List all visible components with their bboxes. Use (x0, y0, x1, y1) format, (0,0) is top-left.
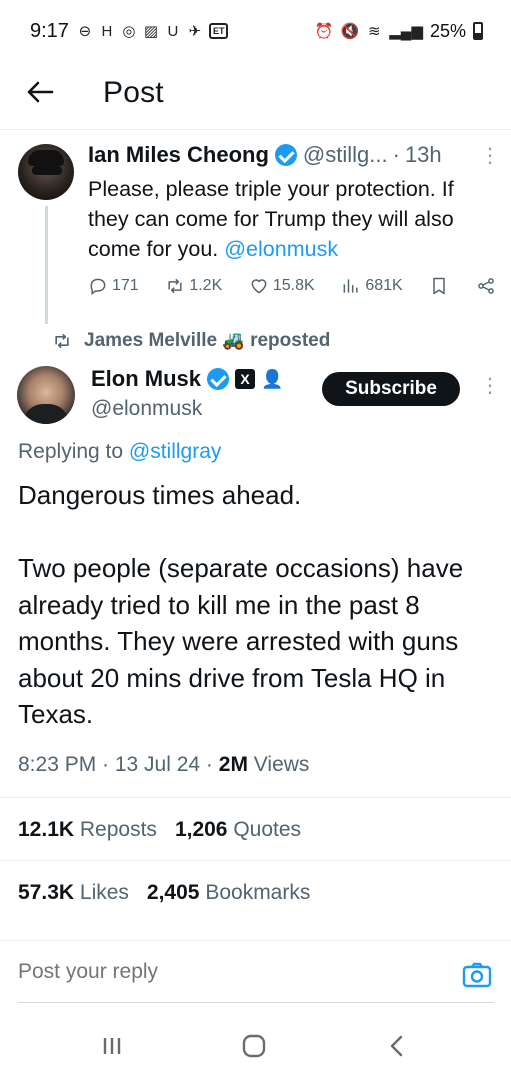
share-icon (478, 278, 494, 294)
mention-link[interactable]: @elonmusk (224, 237, 338, 261)
author-handle[interactable]: @stillg... (303, 142, 388, 168)
government-badge-icon: 👤 (261, 368, 284, 389)
tweet-paragraph: Dangerous times ahead. (18, 480, 302, 510)
analytics-icon (343, 279, 358, 293)
alarm-icon: ⏰ (314, 23, 334, 40)
back-nav-icon[interactable] (376, 1030, 416, 1062)
lens-icon: ◎ (122, 23, 136, 40)
replying-handle-link[interactable]: @stillgray (129, 440, 222, 463)
repost-banner[interactable]: James Melville 🚜 reposted (52, 330, 330, 352)
author-handle[interactable]: @elonmusk (91, 397, 202, 421)
et-icon: ET (208, 23, 229, 39)
like-count: 15.8K (272, 277, 315, 294)
page-title: Post (103, 76, 164, 109)
avatar[interactable] (17, 366, 75, 424)
parent-tweet[interactable]: Ian Miles Cheong @stillg... · 13h ⋮ Plea… (0, 130, 511, 324)
tweet-time: 13h (404, 142, 442, 167)
reply-button[interactable]: 171 (88, 276, 139, 296)
signal-icon: ▂▄▆ (389, 23, 423, 40)
likes-stat[interactable]: 57.3K Likes (18, 881, 129, 905)
reply-count: 171 (112, 277, 139, 294)
wifi-icon: ≋ (367, 23, 381, 40)
verified-badge-icon (207, 368, 230, 390)
status-time: 9:17 (30, 19, 69, 42)
more-options-icon[interactable]: ⋮ (480, 146, 500, 166)
like-button[interactable]: 15.8K (249, 276, 315, 296)
reposts-stat[interactable]: 12.1K Reposts (18, 818, 157, 842)
top-app-bar: Post (0, 62, 511, 130)
tweet-paragraph: Two people (separate occasions) have alr… (18, 553, 464, 729)
views-count: 2M (218, 753, 248, 776)
share-button[interactable] (476, 276, 496, 296)
reply-underline (18, 1002, 494, 1003)
camera-icon[interactable] (462, 962, 492, 988)
tweet-text: Dangerous times ahead. Two people (separ… (18, 477, 496, 769)
notification-icons: ⊖ H ◎ ▨ U ✈ ET (77, 22, 229, 40)
status-bar: 9:17 ⊖ H ◎ ▨ U ✈ ET ⏰ 🔇 ≋ ▂▄▆ 25% (0, 0, 511, 62)
x-affiliate-badge-icon: X (235, 369, 256, 389)
repost-button[interactable]: 1.2K (165, 276, 222, 296)
views-count: 681K (365, 277, 403, 294)
heart-icon (251, 279, 267, 294)
bookmarks-stat[interactable]: 2,405 Bookmarks (147, 881, 310, 905)
reply-icon (90, 278, 106, 295)
bookmark-icon (433, 277, 446, 295)
system-icons: ⏰ 🔇 ≋ ▂▄▆ 25% (315, 21, 483, 42)
engagement-stats-row: 57.3K Likes 2,405 Bookmarks (18, 881, 310, 905)
thread-connector (45, 206, 48, 324)
author-name[interactable]: Ian Miles Cheong (88, 142, 269, 168)
recent-apps-icon[interactable] (92, 1030, 132, 1062)
replying-to: Replying to @stillgray (18, 440, 222, 463)
author-name[interactable]: Elon Musk (91, 366, 201, 392)
reposted-label: reposted (250, 330, 331, 351)
tweet-actions: 171 1.2K 15.8K 681K (88, 276, 496, 296)
repost-icon (55, 333, 69, 349)
divider (0, 940, 511, 941)
subscribe-button[interactable]: Subscribe (322, 372, 460, 406)
tweet-meta: 8:23 PM · 13 Jul 24 · 2M Views (18, 753, 309, 777)
main-author-header: Elon Musk X 👤 (91, 366, 283, 392)
reply-composer (0, 950, 511, 1006)
u-icon: U (167, 22, 179, 40)
tractor-emoji-icon: 🚜 (222, 330, 245, 350)
reposter-name: James Melville (84, 330, 218, 351)
more-options-icon[interactable]: ⋮ (480, 376, 500, 396)
home-icon[interactable] (234, 1030, 274, 1062)
repost-count: 1.2K (189, 277, 223, 294)
gallery-icon: ▨ (143, 23, 159, 40)
mute-icon: 🔇 (340, 23, 360, 40)
battery-percent: 25% (429, 20, 466, 41)
tweet-header: Ian Miles Cheong @stillg... · 13h (88, 142, 442, 168)
flag-icon: ✈ (188, 23, 202, 40)
hospital-icon: H (101, 22, 113, 40)
views-button[interactable]: 681K (341, 276, 403, 296)
engagement-stats-row: 12.1K Reposts 1,206 Quotes (18, 818, 301, 842)
separator-dot: · (392, 142, 400, 167)
system-nav-bar (0, 1006, 511, 1080)
bookmark-button[interactable] (429, 276, 449, 296)
back-arrow-icon[interactable] (24, 76, 56, 108)
repost-icon (168, 278, 182, 294)
views-label: Views (247, 753, 310, 776)
sync-icon: ⊖ (78, 23, 92, 40)
battery-icon (473, 22, 483, 40)
tweet-text: Please, please triple your protection. I… (88, 177, 454, 261)
tweet-timestamp: 8:23 PM · 13 Jul 24 · (18, 753, 219, 776)
divider (0, 860, 511, 861)
avatar[interactable] (18, 144, 74, 200)
reply-input[interactable] (18, 960, 438, 984)
divider (0, 797, 511, 798)
quotes-stat[interactable]: 1,206 Quotes (175, 818, 301, 842)
verified-badge-icon (274, 144, 297, 166)
